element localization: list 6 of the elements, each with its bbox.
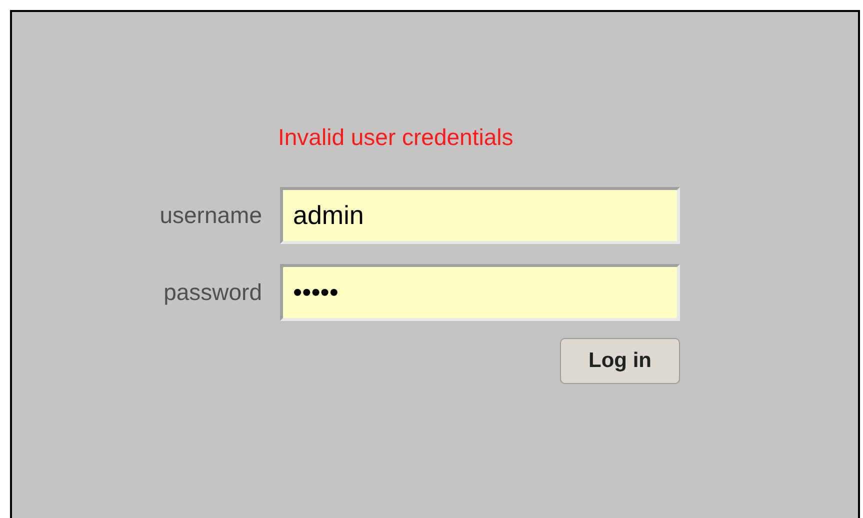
field-label: password (164, 279, 262, 306)
password-field[interactable]: ••••• (280, 264, 680, 321)
username-field[interactable]: admin (280, 187, 680, 244)
error-message: Invalid user credentials (278, 124, 514, 151)
field-label: username (160, 202, 262, 229)
login-button[interactable]: Log in (560, 338, 680, 384)
